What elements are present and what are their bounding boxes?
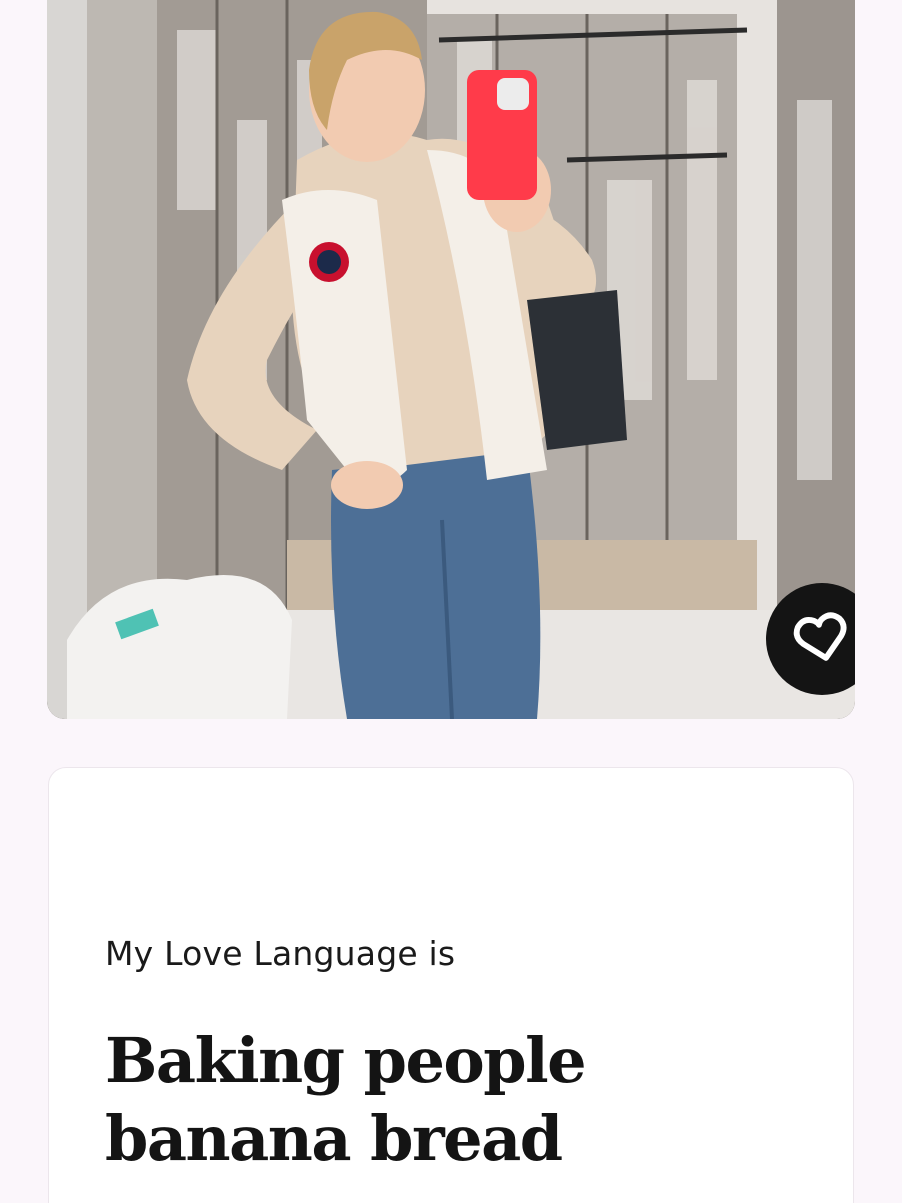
profile-screen: My Love Language is Baking people banana… (0, 0, 902, 1203)
prompt-question: My Love Language is (105, 934, 456, 973)
prompt-answer: Baking people banana bread (105, 1024, 587, 1175)
prompt-card[interactable]: My Love Language is Baking people banana… (48, 767, 854, 1203)
profile-photo[interactable] (47, 0, 855, 719)
heart-icon (793, 612, 847, 661)
photo-image (47, 0, 855, 719)
